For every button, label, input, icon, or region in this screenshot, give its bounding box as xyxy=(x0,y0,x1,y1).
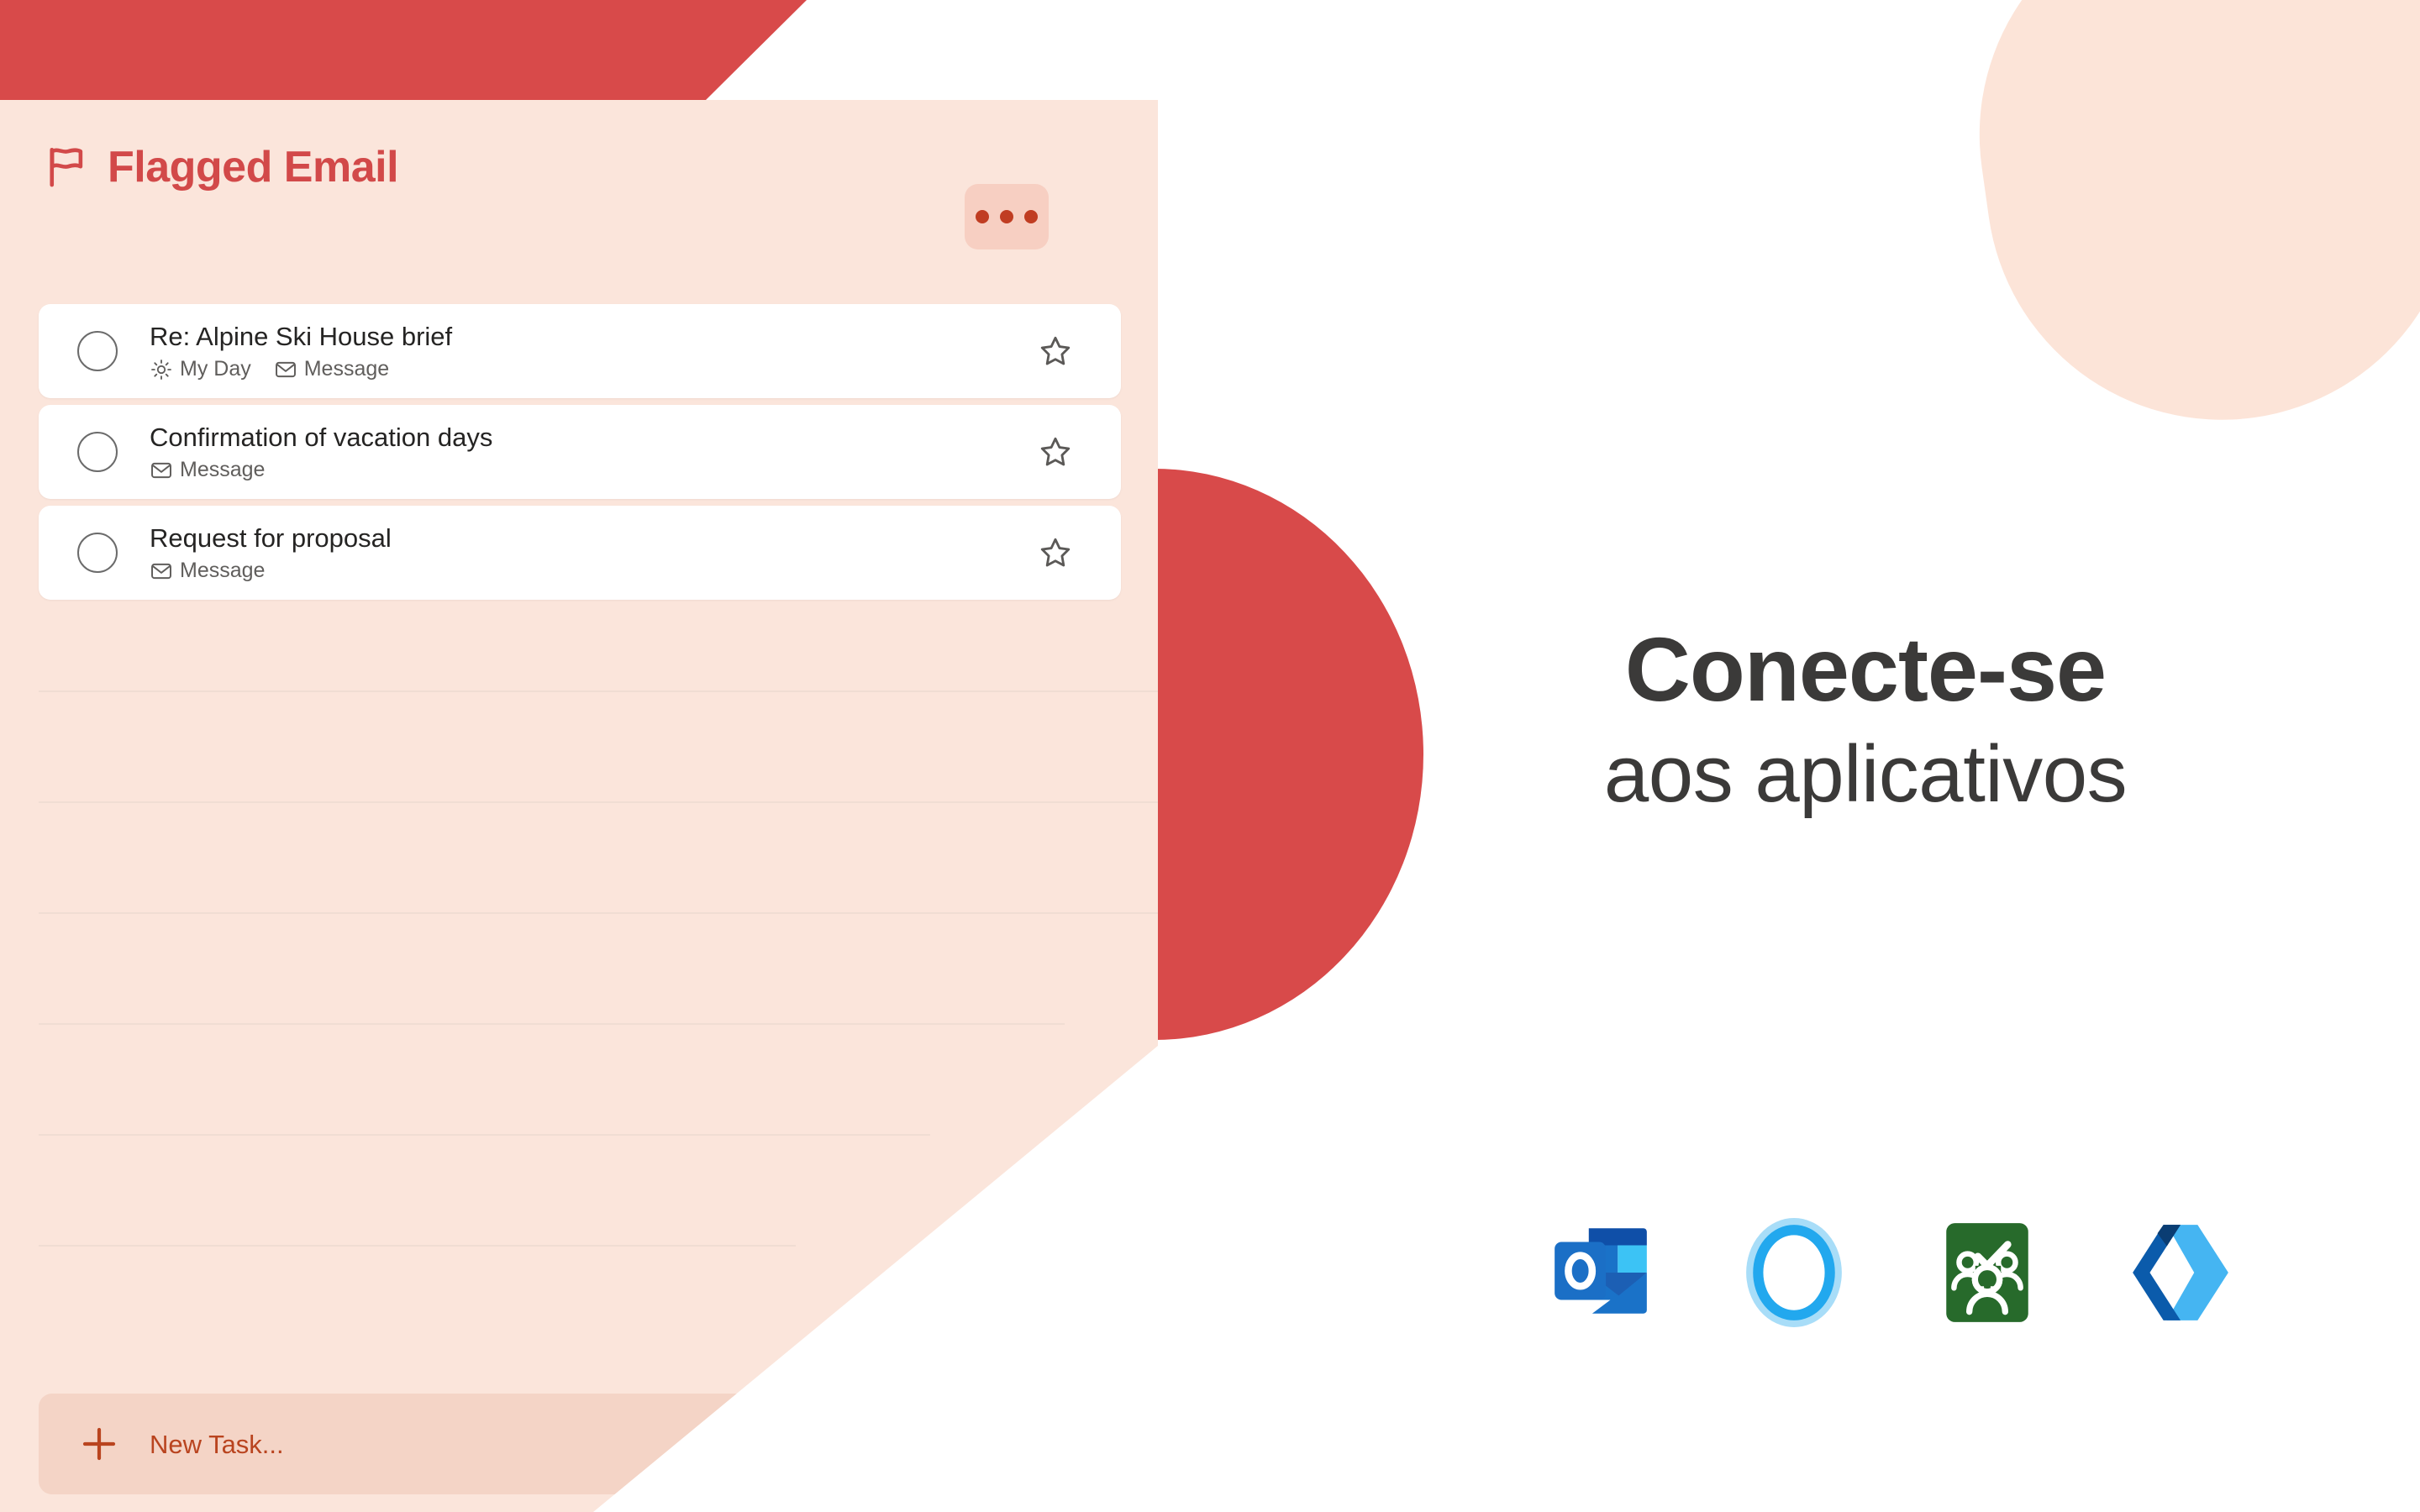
rule-line xyxy=(39,801,1158,803)
task-meta: Message xyxy=(150,559,1022,583)
flagged-email-card: Flagged Email Re: Alpine Ski House brief… xyxy=(0,100,1158,1512)
rule-line xyxy=(39,1134,930,1136)
app-icon-row xyxy=(1546,1218,2286,1327)
task-body: Confirmation of vacation days Message xyxy=(150,422,1022,482)
task-meta-label: Message xyxy=(180,458,266,482)
promo-headline: Conecte-se aos aplicativos xyxy=(1378,622,2353,822)
new-task-button[interactable]: New Task... xyxy=(39,1394,1118,1494)
task-body: Re: Alpine Ski House brief My Day Message xyxy=(150,321,1022,381)
envelope-icon xyxy=(150,559,173,583)
sun-icon xyxy=(150,358,173,381)
star-outline-icon xyxy=(1037,333,1074,370)
task-meta-chunk: Message xyxy=(150,459,265,482)
new-task-label: New Task... xyxy=(150,1429,284,1459)
task-star-button[interactable] xyxy=(1022,418,1089,486)
power-automate-icon xyxy=(2126,1218,2235,1327)
task-complete-checkbox[interactable] xyxy=(77,432,118,472)
task-meta-label: Message xyxy=(180,559,266,583)
promo-headline-strong: Conecte-se xyxy=(1624,618,2107,720)
flag-icon xyxy=(47,145,86,189)
task-title: Confirmation of vacation days xyxy=(150,423,493,453)
task-complete-checkbox[interactable] xyxy=(77,331,118,371)
plus-icon xyxy=(39,1424,119,1464)
task-list: Re: Alpine Ski House brief My Day Message C… xyxy=(39,304,1121,606)
promo-screen: Flagged Email Re: Alpine Ski House brief… xyxy=(0,0,2420,1512)
star-outline-icon xyxy=(1037,534,1074,571)
ellipsis-icon-dot xyxy=(1000,210,1013,223)
task-meta-label: My Day xyxy=(180,357,251,381)
rule-line xyxy=(39,690,1158,692)
task-title: Re: Alpine Ski House brief xyxy=(150,322,453,352)
task-meta: Message xyxy=(150,459,1022,482)
task-complete-checkbox[interactable] xyxy=(77,533,118,573)
envelope-icon xyxy=(150,459,173,482)
task-row[interactable]: Request for proposal Message xyxy=(39,506,1121,600)
outlook-icon xyxy=(1546,1218,1655,1327)
task-row[interactable]: Re: Alpine Ski House brief My Day Message xyxy=(39,304,1121,398)
envelope-icon xyxy=(274,358,297,381)
task-title: Request for proposal xyxy=(150,523,392,554)
planner-icon xyxy=(1933,1218,2042,1327)
task-meta-label: Message xyxy=(303,357,390,381)
task-row[interactable]: Confirmation of vacation days Message xyxy=(39,405,1121,499)
top-red-band-decoration xyxy=(0,0,807,100)
rule-line xyxy=(39,912,1158,914)
task-star-button[interactable] xyxy=(1022,519,1089,586)
page-title: Flagged Email xyxy=(108,143,399,192)
task-meta-chunk: My Day xyxy=(150,358,251,381)
ellipsis-icon-dot xyxy=(976,210,989,223)
ellipsis-icon-dot xyxy=(1024,210,1038,223)
rule-line xyxy=(39,1023,1065,1025)
card-more-options-button[interactable] xyxy=(965,184,1049,249)
task-meta-chunk: Message xyxy=(150,559,265,583)
task-star-button[interactable] xyxy=(1022,318,1089,385)
star-outline-icon xyxy=(1037,433,1074,470)
card-title-wrap: Flagged Email xyxy=(47,143,399,192)
promo-headline-light: aos aplicativos xyxy=(1603,729,2128,820)
task-meta-chunk: Message xyxy=(274,358,389,381)
rule-line xyxy=(39,1245,797,1247)
task-meta: My Day Message xyxy=(150,358,1022,381)
task-body: Request for proposal Message xyxy=(150,522,1022,583)
peach-blob-decoration xyxy=(1949,0,2420,450)
cortana-icon xyxy=(1739,1218,1849,1327)
